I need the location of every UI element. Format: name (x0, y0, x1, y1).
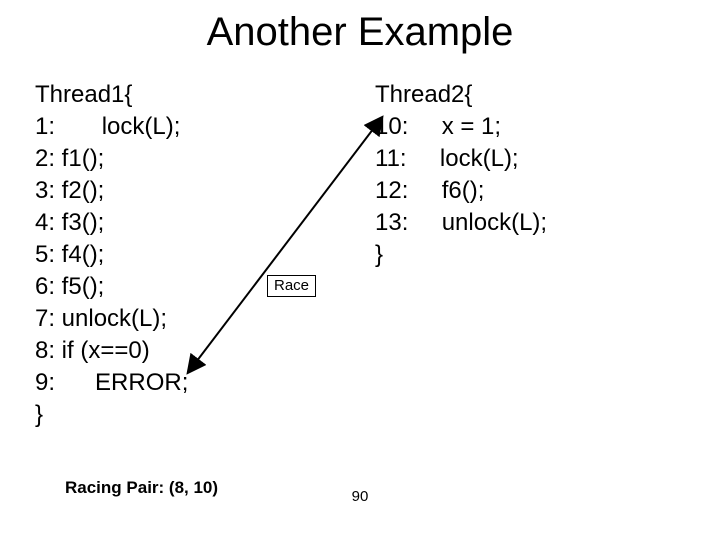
code-line: 1: lock(L); (35, 111, 295, 143)
code-line: Thread2{ (375, 79, 635, 111)
slide: Another Example Thread1{ 1: lock(L); 2: … (0, 0, 720, 540)
code-line: 9: ERROR; (35, 367, 295, 399)
code-line: 5: f4(); (35, 239, 295, 271)
code-line: 7: unlock(L); (35, 303, 295, 335)
slide-title: Another Example (0, 10, 720, 55)
thread2-code: Thread2{ 10: x = 1; 11: lock(L); 12: f6(… (375, 79, 635, 271)
code-line: 3: f2(); (35, 175, 295, 207)
thread1-code: Thread1{ 1: lock(L); 2: f1(); 3: f2(); 4… (35, 79, 295, 431)
code-line: 6: f5(); (35, 271, 295, 303)
code-line: 8: if (x==0) (35, 335, 295, 367)
code-line: 12: f6(); (375, 175, 635, 207)
page-number: 90 (0, 488, 720, 505)
code-line: } (375, 239, 635, 271)
code-line: 13: unlock(L); (375, 207, 635, 239)
code-line: Thread1{ (35, 79, 295, 111)
race-label: Race (267, 275, 316, 297)
code-line: 11: lock(L); (375, 143, 635, 175)
code-line: } (35, 399, 295, 431)
code-line: 4: f3(); (35, 207, 295, 239)
code-line: 2: f1(); (35, 143, 295, 175)
code-line: 10: x = 1; (375, 111, 635, 143)
